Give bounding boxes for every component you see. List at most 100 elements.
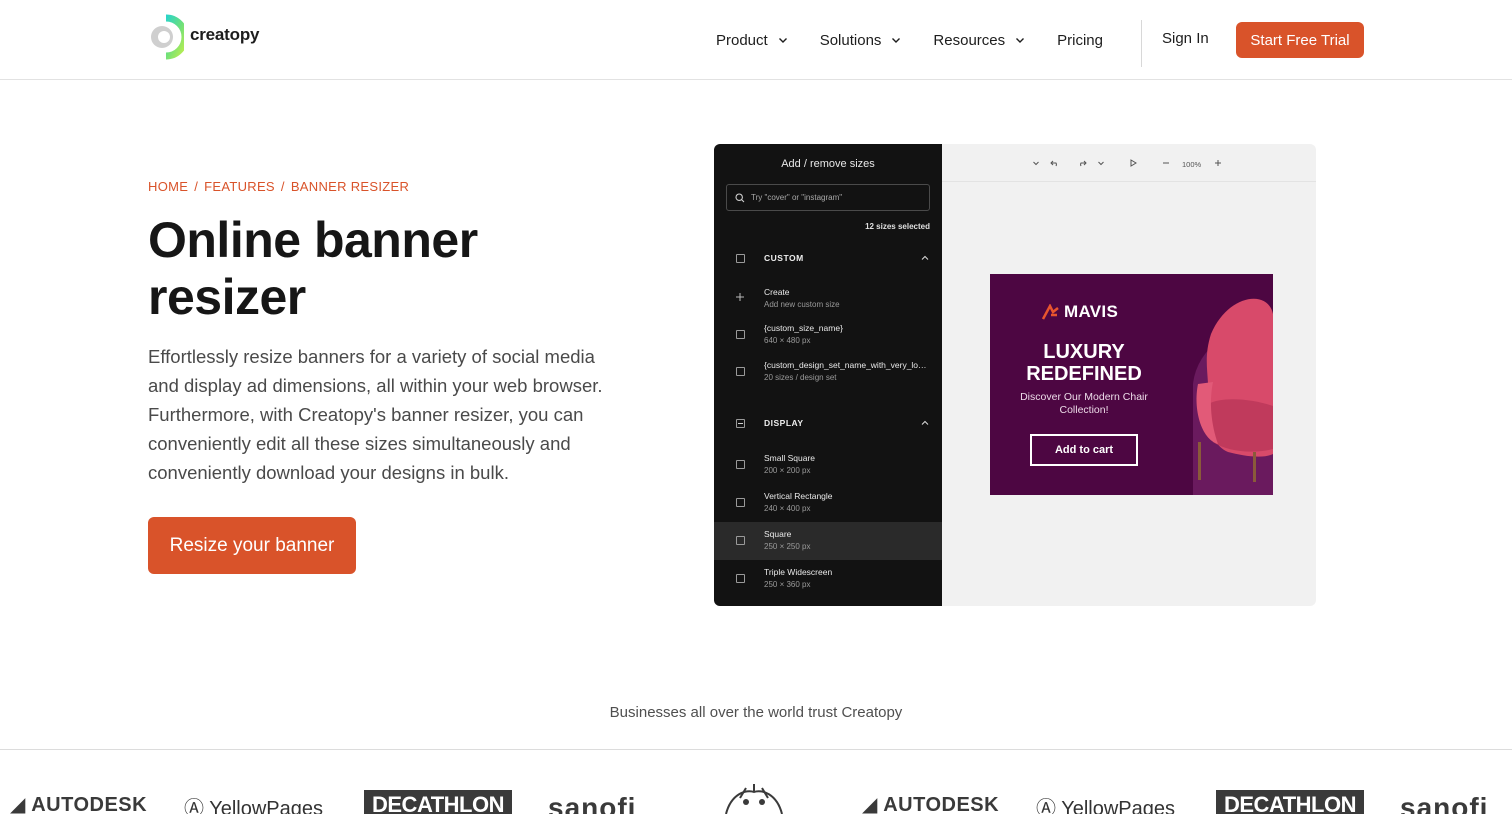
chevron-up-icon[interactable]	[921, 419, 929, 427]
nav-solutions-label: Solutions	[819, 31, 882, 49]
breadcrumb-features[interactable]: FEATURES	[204, 179, 275, 194]
editor-toolbar: 100%	[942, 144, 1316, 182]
start-free-trial-button[interactable]: Start Free Trial	[1236, 22, 1364, 58]
redo-icon[interactable]	[1077, 158, 1087, 168]
sanofi-logo: sanofi	[1400, 792, 1488, 814]
item-size: 20 sizes / design set	[764, 373, 837, 382]
decathlon-logo: DECATHLON	[364, 790, 512, 814]
autodesk-logo: ◢ AUTODESK	[862, 794, 1000, 814]
logo-label: DECATHLON	[1224, 792, 1356, 814]
group-display[interactable]: DISPLAY	[714, 409, 942, 437]
trust-statement: Businesses all over the world trust Crea…	[609, 704, 903, 721]
breadcrumb-separator: /	[280, 179, 285, 194]
logo[interactable]: creatopy	[148, 14, 259, 60]
size-search	[726, 184, 930, 211]
resize-banner-button[interactable]: Resize your banner	[148, 517, 356, 574]
section-divider	[0, 749, 1512, 750]
nav-product[interactable]: Product	[716, 32, 788, 49]
search-icon	[735, 192, 745, 202]
page-title: Online banner resizer	[148, 212, 478, 325]
list-item[interactable]: {custom_design_set_name_with_very_long_n…	[714, 353, 942, 391]
list-item[interactable]: Square 250 × 250 px	[714, 522, 942, 560]
add-to-cart-button[interactable]: Add to cart	[1030, 434, 1138, 466]
logo-label: AUTODESK	[883, 794, 1000, 814]
plus-icon	[736, 293, 744, 301]
zoom-in-icon[interactable]	[1213, 158, 1223, 168]
item-size: 640 × 480 px	[764, 336, 811, 345]
zoom-out-icon[interactable]	[1161, 158, 1171, 168]
item-checkbox[interactable]	[736, 460, 745, 469]
nav-resources-label: Resources	[933, 31, 1006, 49]
banner-headline: LUXURY REDEFINED	[1026, 341, 1142, 385]
breadcrumb-current: BANNER RESIZER	[290, 179, 410, 194]
item-name: {custom_size_name}	[764, 323, 843, 333]
chevron-up-icon[interactable]	[921, 254, 929, 262]
sizes-panel: Add / remove sizes 12 sizes selected CUS…	[714, 144, 942, 606]
chevron-down-icon	[1016, 38, 1025, 43]
group-custom[interactable]: CUSTOM	[714, 244, 942, 272]
item-name: Small Square	[764, 453, 816, 463]
nav-product-label: Product	[716, 31, 768, 49]
item-size: Add new custom size	[764, 300, 840, 309]
list-item[interactable]: Create Add new custom size	[714, 280, 942, 318]
logo-label: YellowPages	[209, 798, 323, 814]
sanofi-logo: sanofi	[548, 792, 636, 814]
play-icon[interactable]	[1128, 158, 1138, 168]
nav-resources[interactable]: Resources	[933, 32, 1025, 49]
breadcrumb-separator: /	[194, 179, 199, 194]
banner-subline: Discover Our Modern Chair Collection!	[1020, 391, 1148, 416]
client-logos: ◢ AUTODESK Ⓐ YellowPages DECATHLON sanof…	[0, 782, 1512, 814]
list-item[interactable]: {custom_size_name} 640 × 480 px	[714, 316, 942, 354]
sign-in-link[interactable]: Sign In	[1162, 30, 1209, 47]
size-search-input[interactable]	[751, 193, 921, 202]
nav-pricing-label: Pricing	[1057, 31, 1103, 49]
item-checkbox[interactable]	[736, 574, 745, 583]
nestle-logo-icon	[725, 784, 783, 814]
item-checkbox[interactable]	[736, 330, 745, 339]
item-name: Create	[764, 287, 790, 297]
item-size: 250 × 360 px	[764, 580, 811, 589]
list-item[interactable]: Triple Widescreen 250 × 360 px	[714, 560, 942, 598]
undo-icon[interactable]	[1050, 158, 1060, 168]
logo-label: sanofi	[548, 792, 637, 814]
banner-brand: MAVIS	[1042, 302, 1118, 322]
site-header: creatopy Product Solutions Resources Pri…	[0, 0, 1512, 80]
item-size: 250 × 250 px	[764, 542, 811, 551]
decathlon-logo: DECATHLON	[1216, 790, 1364, 814]
group-checkbox[interactable]	[736, 418, 745, 428]
item-name: Vertical Rectangle	[764, 491, 833, 501]
item-name: Triple Widescreen	[764, 567, 833, 577]
editor-preview: Add / remove sizes 12 sizes selected CUS…	[714, 144, 1316, 606]
logo-label: sanofi	[1400, 792, 1489, 814]
item-name: Square	[764, 529, 792, 539]
logo-label: YellowPages	[1061, 798, 1175, 814]
item-checkbox[interactable]	[736, 498, 745, 507]
main-nav: Product Solutions Resources Pricing	[716, 22, 1135, 58]
item-name: {custom_design_set_name_with_very_long_n…	[764, 360, 929, 370]
breadcrumb-home[interactable]: HOME	[148, 179, 188, 194]
chevron-down-icon	[778, 38, 787, 43]
list-item[interactable]: Small Square 200 × 200 px	[714, 446, 942, 484]
zoom-level: 100%	[1182, 160, 1202, 169]
banner-preview[interactable]: MAVIS LUXURY REDEFINED Discover Our Mode…	[990, 274, 1273, 495]
yellowpages-logo: Ⓐ YellowPages	[184, 792, 323, 814]
autodesk-logo: ◢ AUTODESK	[10, 794, 148, 814]
group-label: DISPLAY	[764, 418, 804, 428]
nav-divider	[1141, 20, 1142, 67]
logo-label: AUTODESK	[31, 794, 148, 814]
nav-solutions[interactable]: Solutions	[820, 32, 902, 49]
item-checkbox[interactable]	[736, 536, 745, 545]
chevron-down-icon[interactable]	[1096, 158, 1106, 168]
panel-title: Add / remove sizes	[781, 158, 875, 170]
list-item[interactable]: Vertical Rectangle 240 × 400 px	[714, 484, 942, 522]
yellowpages-logo: Ⓐ YellowPages	[1036, 792, 1175, 814]
selected-count: 12 sizes selected	[865, 222, 930, 231]
breadcrumb: HOME / FEATURES / BANNER RESIZER	[148, 179, 409, 194]
nav-pricing[interactable]: Pricing	[1057, 32, 1103, 49]
item-size: 240 × 400 px	[764, 504, 811, 513]
group-checkbox[interactable]	[736, 253, 745, 263]
item-checkbox[interactable]	[736, 367, 745, 376]
item-size: 200 × 200 px	[764, 466, 811, 475]
hero-description: Effortlessly resize banners for a variet…	[148, 346, 603, 483]
chevron-down-icon[interactable]	[1031, 158, 1041, 168]
